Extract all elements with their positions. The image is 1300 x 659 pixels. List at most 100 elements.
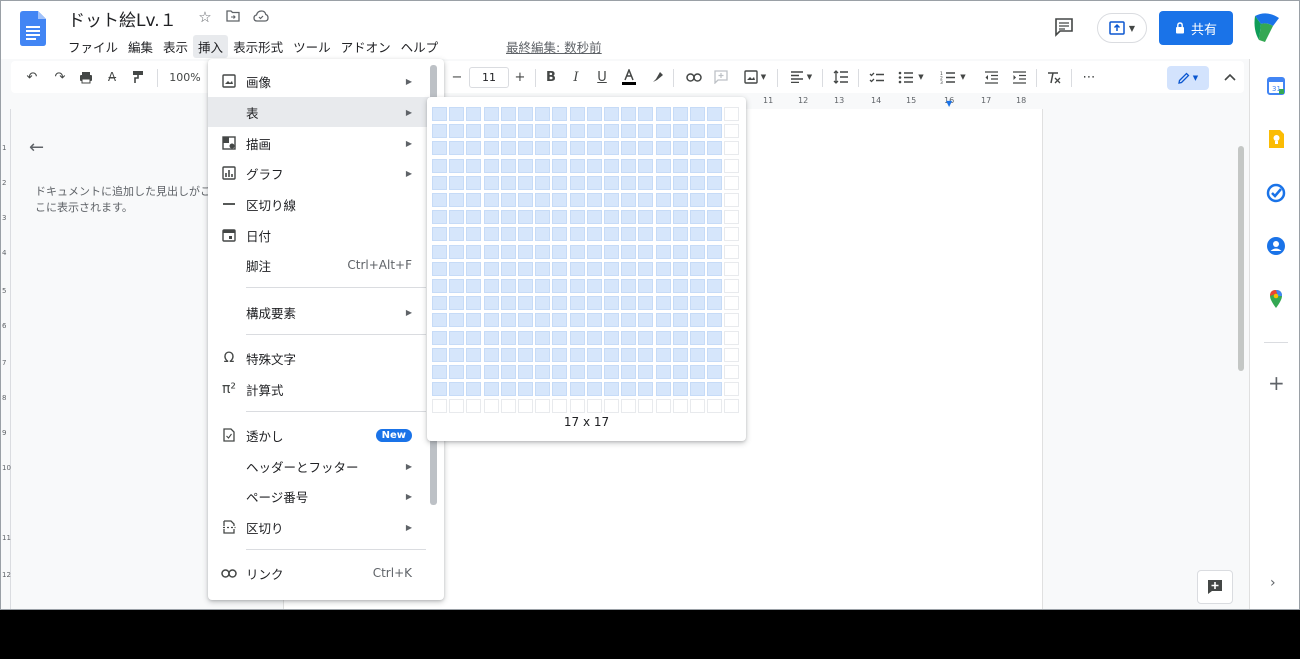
table-grid-cell[interactable] <box>483 313 499 328</box>
table-grid-cell[interactable] <box>672 210 688 225</box>
table-grid-cell[interactable] <box>690 382 705 397</box>
table-grid-cell[interactable] <box>432 399 447 414</box>
table-grid-cell[interactable] <box>466 107 482 121</box>
table-grid-cell[interactable] <box>724 158 740 173</box>
table-grid-cell[interactable] <box>518 365 533 379</box>
table-grid-cell[interactable] <box>690 210 705 225</box>
table-grid-cell[interactable] <box>638 279 654 293</box>
table-grid-cell[interactable] <box>604 175 619 190</box>
table-grid-cell[interactable] <box>466 261 482 276</box>
table-grid-cell[interactable] <box>604 313 619 328</box>
star-icon[interactable]: ☆ <box>197 8 213 26</box>
table-grid-cell[interactable] <box>690 141 705 156</box>
table-grid-cell[interactable] <box>586 107 602 121</box>
table-grid-cell[interactable] <box>707 227 723 242</box>
move-folder-icon[interactable] <box>225 8 241 26</box>
table-grid-cell[interactable] <box>500 107 516 121</box>
document-scrollbar[interactable] <box>1238 146 1244 371</box>
table-grid-cell[interactable] <box>518 279 533 293</box>
menu-item-footnote[interactable]: 脚注 Ctrl+Alt+F <box>208 250 444 280</box>
table-grid-cell[interactable] <box>449 227 465 242</box>
table-grid-cell[interactable] <box>672 107 688 121</box>
table-grid-cell[interactable] <box>604 158 619 173</box>
table-grid-cell[interactable] <box>638 399 654 414</box>
table-grid-cell[interactable] <box>449 279 465 293</box>
table-grid-cell[interactable] <box>724 210 740 225</box>
table-grid-cell[interactable] <box>535 124 551 139</box>
table-grid-cell[interactable] <box>449 244 465 259</box>
table-grid-cell[interactable] <box>500 296 516 311</box>
add-comment-icon[interactable] <box>710 61 732 93</box>
table-grid-cell[interactable] <box>483 141 499 156</box>
table-grid-cell[interactable] <box>569 227 585 242</box>
table-grid-cell[interactable] <box>638 210 654 225</box>
table-grid-cell[interactable] <box>552 227 568 242</box>
table-grid-cell[interactable] <box>672 399 688 414</box>
table-grid-cell[interactable] <box>500 124 516 139</box>
table-grid-cell[interactable] <box>535 244 551 259</box>
table-grid-cell[interactable] <box>690 261 705 276</box>
table-grid-cell[interactable] <box>535 365 551 379</box>
table-grid-cell[interactable] <box>466 158 482 173</box>
table-grid-cell[interactable] <box>586 141 602 156</box>
table-grid-cell[interactable] <box>552 330 568 345</box>
table-grid-cell[interactable] <box>655 330 671 345</box>
table-grid-cell[interactable] <box>432 107 447 121</box>
menu-item-special-characters[interactable]: Ω 特殊文字 <box>208 343 444 373</box>
table-grid-cell[interactable] <box>638 382 654 397</box>
table-grid-cell[interactable] <box>655 279 671 293</box>
table-grid-cell[interactable] <box>672 296 688 311</box>
table-grid-cell[interactable] <box>552 261 568 276</box>
table-grid-cell[interactable] <box>621 261 637 276</box>
keep-icon[interactable] <box>1266 129 1286 149</box>
table-grid-cell[interactable] <box>707 296 723 311</box>
zoom-select[interactable]: 100% <box>165 61 205 93</box>
menu-item-link[interactable]: リンク Ctrl+K <box>208 558 444 588</box>
table-grid-cell[interactable] <box>449 124 465 139</box>
paint-format-icon[interactable] <box>127 61 149 93</box>
last-edit-link[interactable]: 最終編集: 数秒前 <box>506 37 602 56</box>
table-grid-cell[interactable] <box>621 330 637 345</box>
table-grid-cell[interactable] <box>672 330 688 345</box>
table-grid-cell[interactable] <box>518 330 533 345</box>
table-grid-cell[interactable] <box>621 347 637 362</box>
table-grid-cell[interactable] <box>672 382 688 397</box>
table-grid-cell[interactable] <box>690 107 705 121</box>
table-grid-cell[interactable] <box>586 382 602 397</box>
menu-tools[interactable]: ツール <box>288 35 336 58</box>
maps-icon[interactable] <box>1266 289 1286 309</box>
table-grid-cell[interactable] <box>655 399 671 414</box>
table-grid-cell[interactable] <box>466 365 482 379</box>
table-grid-cell[interactable] <box>586 158 602 173</box>
table-grid-cell[interactable] <box>466 210 482 225</box>
table-grid-cell[interactable] <box>552 141 568 156</box>
table-grid-cell[interactable] <box>621 244 637 259</box>
table-grid-cell[interactable] <box>500 382 516 397</box>
editing-mode-button[interactable]: ▼ <box>1167 66 1209 90</box>
table-grid-cell[interactable] <box>638 313 654 328</box>
table-grid-cell[interactable] <box>690 365 705 379</box>
table-grid-cell[interactable] <box>432 210 447 225</box>
table-grid-cell[interactable] <box>672 124 688 139</box>
menu-format[interactable]: 表示形式 <box>228 35 288 58</box>
table-grid-cell[interactable] <box>518 141 533 156</box>
more-options-icon[interactable]: ⋯ <box>1077 61 1101 93</box>
table-grid-cell[interactable] <box>586 210 602 225</box>
table-grid-cell[interactable] <box>449 261 465 276</box>
table-grid-cell[interactable] <box>535 261 551 276</box>
menu-file[interactable]: ファイル <box>63 35 123 58</box>
table-grid-cell[interactable] <box>621 399 637 414</box>
table-grid-cell[interactable] <box>500 365 516 379</box>
bulleted-list-icon[interactable]: ▼ <box>893 61 929 93</box>
table-grid-cell[interactable] <box>518 261 533 276</box>
table-grid-cell[interactable] <box>466 330 482 345</box>
table-grid-cell[interactable] <box>483 296 499 311</box>
table-grid-cell[interactable] <box>690 158 705 173</box>
redo-icon[interactable]: ↷ <box>49 61 71 93</box>
explore-button[interactable] <box>1197 570 1233 604</box>
table-grid-cell[interactable] <box>466 244 482 259</box>
table-grid-cell[interactable] <box>535 382 551 397</box>
table-grid-cell[interactable] <box>604 330 619 345</box>
table-grid-cell[interactable] <box>672 175 688 190</box>
table-grid-cell[interactable] <box>672 365 688 379</box>
